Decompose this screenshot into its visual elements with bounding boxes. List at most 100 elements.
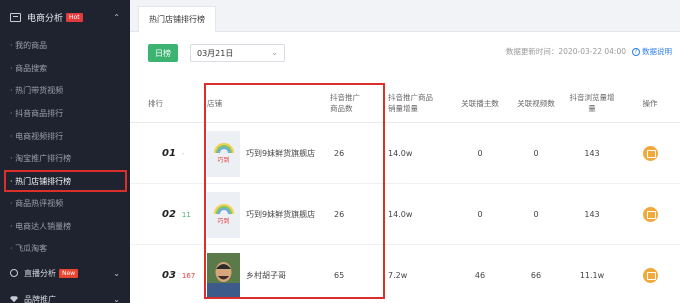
sidebar-item-hot-shops-rank[interactable]: · 热门店铺排行榜 <box>4 170 127 193</box>
diamond-icon <box>10 296 18 303</box>
action-cell <box>632 184 668 245</box>
data-help-link[interactable]: ? 数据说明 <box>632 46 672 57</box>
sidebar-item-product-search[interactable]: · 商品搜索 <box>0 57 130 80</box>
header-views-increase: 抖音浏览量增 量 <box>569 93 615 113</box>
tab-hot-shops[interactable]: 热门店铺排行榜 <box>138 6 216 32</box>
new-badge: New <box>59 268 79 278</box>
promo-count-cell: 26 <box>334 210 345 219</box>
shop-name: 巧到9妹鲜货旗舰店 <box>246 210 316 219</box>
sidebar-item-label: · 商品搜索 <box>10 63 48 73</box>
rank-cell: 03 167 <box>162 245 195 303</box>
shop-cell[interactable]: 巧到 巧到9妹鲜货旗舰店 <box>207 123 315 184</box>
sidebar-item-label: · 电商视频排行 <box>10 131 64 141</box>
chevron-up-icon: ⌃ <box>113 12 120 22</box>
shop-avatar <box>207 252 240 299</box>
videos-cell: 0 <box>533 210 539 219</box>
sidebar-item-label: · 电商达人销量榜 <box>10 221 72 231</box>
views-increase-cell: 143 <box>584 149 600 158</box>
action-cell <box>632 245 668 303</box>
update-time: 数据更新时间：2020-03-22 04:00 <box>505 47 626 56</box>
rank-change: - <box>181 149 185 158</box>
app-root: 电商分析 Hot ⌃ · 我的商品 · 商品搜索 · 热门带货视频 · 抖音商品… <box>0 0 680 303</box>
table-header: 排行 店铺 抖音推广 商品数 抖音推广商品 销量增量 关联播主数 关联视频数 抖… <box>130 83 680 123</box>
header-anchors: 关联播主数 <box>461 98 499 108</box>
rainbow-logo-image: 巧到 <box>207 130 240 177</box>
rank-cell: 01 - <box>162 123 184 184</box>
header-sales-increase: 抖音推广商品 销量增量 <box>388 93 433 113</box>
sidebar-item-taobao-rank[interactable]: · 淘宝推广排行榜 <box>0 147 130 170</box>
sidebar-section-live[interactable]: 直播分析 New ⌄ <box>0 260 130 286</box>
detail-icon[interactable] <box>642 207 658 222</box>
sidebar-item-douyin-products-rank[interactable]: · 抖音商品排行 <box>0 102 130 125</box>
sidebar-section-label: 电商分析 <box>27 13 64 24</box>
filter-bar: 日榜 03月21日 ⌄ <box>148 44 285 62</box>
rank-change: 167 <box>181 271 196 280</box>
main-panel: 热门店铺排行榜 日榜 03月21日 ⌄ 数据更新时间：2020-03-22 04… <box>130 0 680 303</box>
anchors-cell: 0 <box>477 149 483 158</box>
rainbow-logo-image: 巧到 <box>207 191 240 238</box>
sidebar-item-label: · 商品热评视频 <box>10 198 64 208</box>
shop-cell[interactable]: 巧到 巧到9妹鲜货旗舰店 <box>207 184 315 245</box>
rank-number: 02 <box>162 209 176 220</box>
hot-badge: Hot <box>66 12 83 22</box>
chevron-down-icon: ⌄ <box>113 294 120 303</box>
shop-name: 巧到9妹鲜货旗舰店 <box>246 149 316 158</box>
chevron-down-icon: ⌄ <box>113 268 120 278</box>
header-rank: 排行 <box>148 98 163 108</box>
date-value: 03月21日 <box>197 48 234 58</box>
sidebar-item-label: · 我的商品 <box>10 40 48 50</box>
videos-cell: 0 <box>533 149 539 158</box>
sales-increase-cell: 7.2w <box>388 271 408 280</box>
rank-cell: 02 11 <box>162 184 191 245</box>
sidebar-item-label: · 飞瓜淘客 <box>10 244 48 254</box>
live-icon <box>10 269 18 278</box>
views-increase-cell: 143 <box>584 210 600 219</box>
detail-icon[interactable] <box>642 146 658 161</box>
table-row[interactable]: 02 11 巧到 巧到9妹鲜货旗舰店 26 14.0w 0 0 143 <box>130 184 680 245</box>
shop-cell[interactable]: 乡村胡子哥 <box>207 245 286 303</box>
sidebar-item-label: · 抖音商品排行 <box>10 108 64 118</box>
sidebar-item-creator-sales-rank[interactable]: · 电商达人销量榜 <box>0 215 130 238</box>
sidebar-item-hot-videos[interactable]: · 热门带货视频 <box>0 79 130 102</box>
sidebar-item-my-products[interactable]: · 我的商品 <box>0 34 130 57</box>
sidebar-section-label: 直播分析 <box>24 268 56 278</box>
anchors-cell: 46 <box>474 271 486 280</box>
sidebar: 电商分析 Hot ⌃ · 我的商品 · 商品搜索 · 热门带货视频 · 抖音商品… <box>0 0 130 303</box>
sales-increase-cell: 14.0w <box>388 149 413 158</box>
videos-cell: 66 <box>530 271 542 280</box>
sidebar-item-feigua-taoke[interactable]: · 飞瓜淘客 <box>0 238 130 261</box>
table-row[interactable]: 03 167 乡村胡子哥 65 7.2w 46 66 11.1w <box>130 245 680 303</box>
header-videos: 关联视频数 <box>517 98 555 108</box>
sidebar-item-label: · 热门带货视频 <box>10 86 64 96</box>
anchors-cell: 0 <box>477 210 483 219</box>
daily-rank-button[interactable]: 日榜 <box>148 44 178 62</box>
svg-text:巧到: 巧到 <box>217 218 229 225</box>
rank-number: 01 <box>162 148 176 159</box>
shop-logo: 巧到 <box>207 130 240 177</box>
sidebar-item-label: · 淘宝推广排行榜 <box>10 154 72 164</box>
date-select[interactable]: 03月21日 ⌄ <box>190 44 285 62</box>
promo-count-cell: 26 <box>334 149 345 158</box>
header-action: 操作 <box>642 98 658 108</box>
help-label: 数据说明 <box>642 47 672 56</box>
table-row[interactable]: 01 - 巧到 巧到9妹鲜货旗舰店 26 14.0w 0 0 143 <box>130 123 680 184</box>
action-cell <box>632 123 668 184</box>
cart-icon <box>10 12 21 22</box>
tab-bar: 热门店铺排行榜 <box>130 0 680 32</box>
shop-logo: 巧到 <box>207 191 240 238</box>
svg-text:巧到: 巧到 <box>217 157 229 164</box>
sidebar-item-product-review-videos[interactable]: · 商品热评视频 <box>0 192 130 215</box>
sales-increase-cell: 14.0w <box>388 210 413 219</box>
update-info: 数据更新时间：2020-03-22 04:00 ? 数据说明 <box>506 46 672 57</box>
sidebar-section-brand[interactable]: 品牌推广 ⌄ <box>0 286 130 303</box>
promo-count-cell: 65 <box>334 271 345 280</box>
sidebar-item-ecom-video-rank[interactable]: · 电商视频排行 <box>0 125 130 148</box>
rank-number: 03 <box>162 270 176 281</box>
rank-change: 11 <box>181 210 191 219</box>
views-increase-cell: 11.1w <box>579 271 605 280</box>
sidebar-section-ecommerce[interactable]: 电商分析 Hot ⌃ <box>0 0 130 34</box>
detail-icon[interactable] <box>642 268 658 283</box>
sidebar-item-label: · 热门店铺排行榜 <box>10 176 72 186</box>
question-icon: ? <box>632 47 640 56</box>
header-promo-count: 抖音推广 商品数 <box>330 93 360 113</box>
